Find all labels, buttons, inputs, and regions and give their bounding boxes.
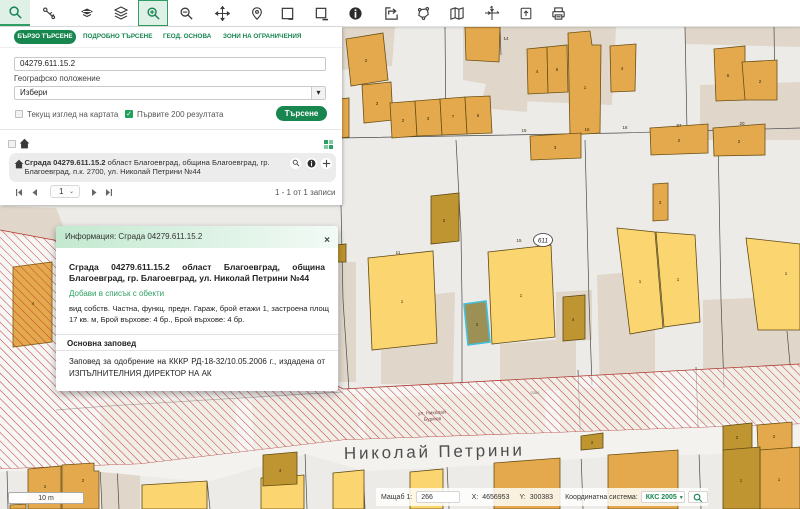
svg-text:11: 11 xyxy=(396,250,401,255)
svg-text:15: 15 xyxy=(516,238,522,243)
svg-text:97: 97 xyxy=(676,123,682,128)
svg-text:15: 15 xyxy=(521,128,527,133)
svg-text:611: 611 xyxy=(538,238,549,245)
svg-text:Бурмов: Бурмов xyxy=(424,416,442,423)
svg-text:0281: 0281 xyxy=(531,390,541,395)
svg-text:20: 20 xyxy=(739,121,745,126)
svg-text:14: 14 xyxy=(503,36,509,41)
svg-text:16: 16 xyxy=(584,127,590,132)
svg-text:16: 16 xyxy=(622,125,628,130)
svg-text:Николай Петрини: Николай Петрини xyxy=(344,441,525,463)
